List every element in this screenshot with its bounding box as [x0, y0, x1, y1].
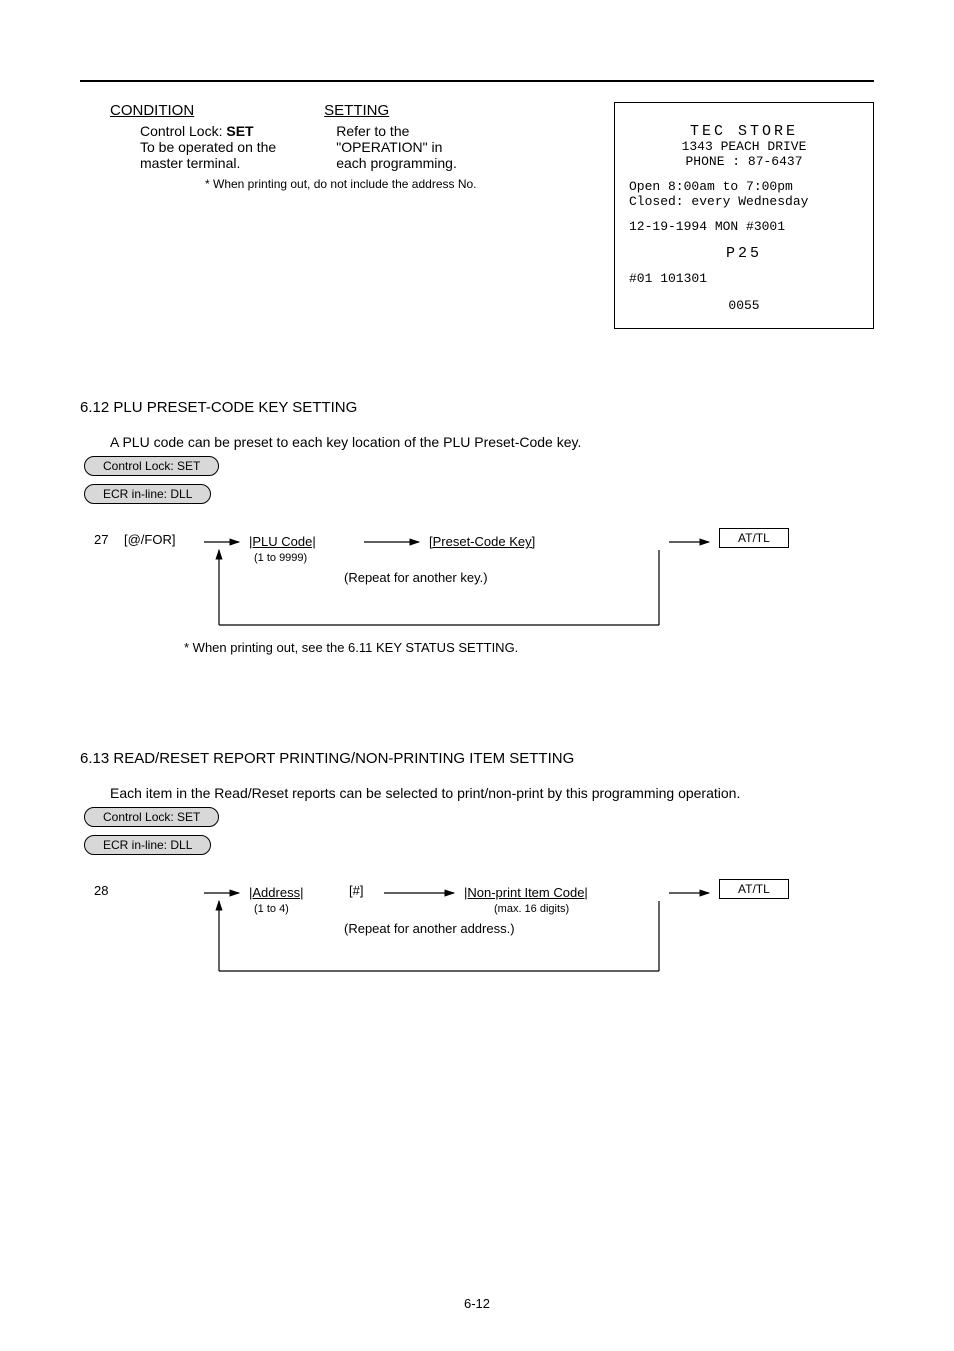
flow-613: 28 |Address| (1 to 4) [#] |Non-print Ite… [84, 861, 874, 1021]
section-612-desc: A PLU code can be preset to each key loc… [110, 434, 874, 450]
receipt-p: P25 [629, 245, 859, 262]
flow-612: 27 [@/FOR] |PLU Code| (1 to 9999) [Prese… [84, 510, 874, 680]
header-text: CONDITION SETTING Control Lock: SET To b… [80, 102, 614, 329]
at-tl-key-2: AT/TL [719, 879, 789, 899]
section-613-title: 6.13 READ/RESET REPORT PRINTING/NON-PRIN… [80, 750, 874, 767]
receipt-hash: #01 101301 [629, 272, 859, 287]
pill-control-lock-2: Control Lock: SET [84, 807, 219, 827]
header-block: CONDITION SETTING Control Lock: SET To b… [80, 102, 874, 329]
f1-repeat: (Repeat for another key.) [344, 570, 488, 586]
f1-note: * When printing out, see the 6.11 KEY ST… [184, 640, 518, 656]
f2-key: AT/TL [719, 879, 789, 899]
condition-heading: CONDITION [110, 102, 194, 119]
page-number: 6-12 [464, 1296, 490, 1311]
f1-at: [@/FOR] [124, 532, 175, 548]
f2-addr-range: (1 to 4) [254, 903, 289, 916]
f1-preset: [Preset-Code Key] [429, 534, 535, 550]
f1-key: AT/TL [719, 528, 789, 548]
at-tl-key-1: AT/TL [719, 528, 789, 548]
setting-text: Refer to the "OPERATION" in each program… [336, 123, 457, 171]
f2-num: 28 [94, 883, 108, 899]
section-613: 6.13 READ/RESET REPORT PRINTING/NON-PRIN… [80, 750, 874, 1021]
set-l1: Refer to the [336, 123, 457, 139]
page: CONDITION SETTING Control Lock: SET To b… [0, 0, 954, 1061]
cond-l1: Control Lock: [140, 123, 222, 139]
pill-ecr-1: ECR in-line: DLL [84, 484, 211, 504]
set-l3: each programming. [336, 155, 457, 171]
f1-plu: |PLU Code| [249, 534, 316, 550]
flow-613-svg [84, 861, 804, 1021]
receipt-panel: TEC STORE 1343 PEACH DRIVE PHONE : 87-64… [614, 102, 874, 329]
cond-l3: master terminal. [140, 155, 276, 171]
receipt-foot: 0055 [629, 299, 859, 314]
pill-ecr-2: ECR in-line: DLL [84, 835, 211, 855]
cond-l2: To be operated on the [140, 139, 276, 155]
setting-heading: SETTING [324, 102, 389, 119]
receipt: TEC STORE 1343 PEACH DRIVE PHONE : 87-64… [614, 102, 874, 329]
f2-addr: |Address| [249, 885, 303, 901]
section-612-title: 6.12 PLU PRESET-CODE KEY SETTING [80, 399, 874, 416]
receipt-addr: 1343 PEACH DRIVE [629, 140, 859, 155]
page-footer: 6-12 [0, 1296, 954, 1311]
receipt-title: TEC STORE [629, 123, 859, 140]
receipt-closed: Closed: every Wednesday [629, 195, 859, 210]
f2-sharp: [#] [349, 883, 363, 899]
f2-nonprint: |Non-print Item Code| [464, 885, 588, 901]
receipt-date: 12-19-1994 MON #3001 [629, 220, 859, 235]
f2-nonprint-range: (max. 16 digits) [494, 903, 569, 916]
f2-repeat: (Repeat for another address.) [344, 921, 515, 937]
cond-l1v: SET [226, 123, 253, 139]
header-note: * When printing out, do not include the … [80, 177, 604, 191]
f1-num: 27 [94, 532, 108, 548]
condition-text: Control Lock: SET To be operated on the … [140, 123, 276, 171]
pill-control-lock-1: Control Lock: SET [84, 456, 219, 476]
top-rule [80, 80, 874, 82]
receipt-phone: PHONE : 87-6437 [629, 155, 859, 170]
receipt-open: Open 8:00am to 7:00pm [629, 180, 859, 195]
set-l2: "OPERATION" in [336, 139, 457, 155]
section-612: 6.12 PLU PRESET-CODE KEY SETTING A PLU c… [80, 399, 874, 680]
section-613-desc: Each item in the Read/Reset reports can … [110, 785, 874, 801]
f1-plu-range: (1 to 9999) [254, 552, 307, 565]
